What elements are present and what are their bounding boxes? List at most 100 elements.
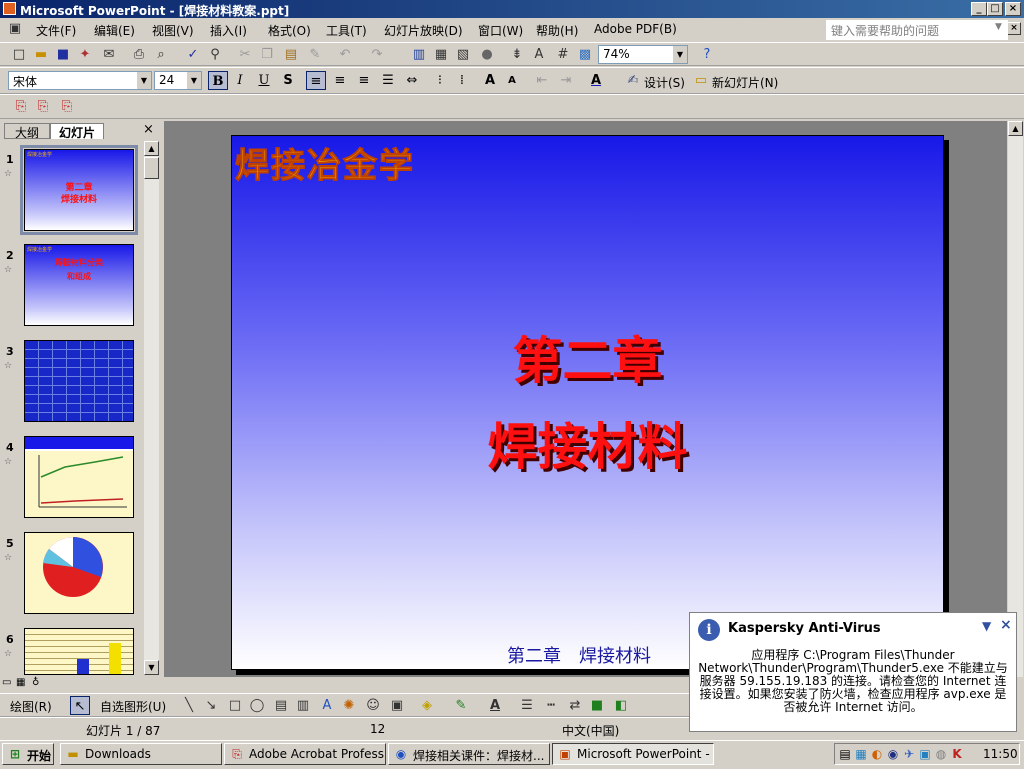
slide-sorter-icon[interactable]: ▦ [16,677,25,688]
convert-to-pdf-icon[interactable]: ⎘ [12,98,30,116]
design-button[interactable]: 设计(S) [644,74,685,91]
start-button[interactable]: ⊞ 开始 [2,743,54,765]
grid-icon[interactable]: # [554,46,572,64]
firefox-icon[interactable]: ◐ [869,746,885,762]
select-objects-icon[interactable]: ↖ [70,696,90,715]
copy-icon[interactable]: ❐ [258,46,276,64]
chevron-down-icon[interactable]: ▼ [187,72,201,89]
menu-adobe-pdf[interactable]: Adobe PDF(B) [594,22,677,36]
slide-brand-text[interactable]: 焊接冶金学 [235,138,415,187]
bold-button[interactable]: B [208,71,228,90]
print-icon[interactable]: ⎙ [130,46,148,64]
minimize-button[interactable]: _ [971,2,987,16]
powerpoint-app-icon[interactable] [3,2,16,15]
increase-font-icon[interactable]: A [480,71,500,90]
textbox-icon[interactable]: ▤ [272,697,290,715]
thunder-icon[interactable]: ◉ [885,746,901,762]
align-center-icon[interactable]: ≡ [330,71,350,90]
align-left-icon[interactable]: ≡ [306,71,326,90]
normal-view-icon[interactable]: ▭ [2,677,11,688]
slide-thumbnail-3[interactable] [24,340,134,422]
underline-button[interactable]: U [254,71,274,90]
menu-insert[interactable]: 插入(I) [210,22,247,39]
line-icon[interactable]: ╲ [180,697,198,715]
shadow-button[interactable]: S [278,71,298,90]
help-search-input[interactable]: 键入需要帮助的问题 ▼ [826,20,1008,40]
menu-format[interactable]: 格式(O) [268,22,311,39]
format-painter-icon[interactable]: ✎ [306,46,324,64]
cut-icon[interactable]: ✂ [236,46,254,64]
document-icon[interactable]: ▣ [6,20,24,38]
new-slide-button[interactable]: 新幻灯片(N) [712,74,778,91]
open-icon[interactable]: ▬ [32,46,50,64]
slide-thumbnail-2[interactable]: 焊接冶金学 焊接材料分类 和组成 [24,244,134,326]
thumbnail-scrollbar[interactable]: ▲ ▼ [144,141,159,675]
slide-footer[interactable]: 第二章 焊接材料 [507,642,651,668]
new-slide-icon[interactable]: ▭ [692,72,710,90]
save-icon[interactable]: ■ [54,46,72,64]
slide-subtitle[interactable]: 焊接材料 [232,407,943,479]
paste-icon[interactable]: ▤ [282,46,300,64]
wordart-icon[interactable]: A [318,697,336,715]
security-icon[interactable]: ◍ [933,746,949,762]
undo-icon[interactable]: ↶ [336,46,354,64]
show-formatting-icon[interactable]: A [530,46,548,64]
maximize-button[interactable]: □ [987,2,1003,16]
oval-icon[interactable]: ◯ [248,697,266,715]
tab-outline[interactable]: 大纲 [4,123,50,140]
permission-icon[interactable]: ✦ [76,46,94,64]
rectangle-icon[interactable]: □ [226,697,244,715]
close-button[interactable]: × [1005,2,1021,16]
justify-icon[interactable]: ☰ [378,71,398,90]
keyboard-icon[interactable]: ▤ [837,746,853,762]
print-preview-icon[interactable]: ⌕ [152,46,170,64]
current-slide[interactable]: 焊接冶金学 第二章 焊接材料 第二章 焊接材料 [231,135,944,670]
decrease-font-icon[interactable]: A [502,71,522,90]
bird-icon[interactable]: ✈ [901,746,917,762]
convert-email-pdf-icon[interactable]: ⎘ [34,98,52,116]
line-color-icon[interactable]: ✎ [452,697,470,715]
3d-style-icon[interactable]: ◧ [612,697,630,715]
line-style-icon[interactable]: ☰ [518,697,536,715]
font-color-icon[interactable]: A [586,71,606,90]
chart-icon[interactable]: ▥ [410,46,428,64]
autoshapes-button[interactable]: 自选图形(U) [100,698,166,715]
italic-button[interactable]: I [230,71,250,90]
distributed-icon[interactable]: ⇔ [402,71,422,90]
slide-thumbnail-4[interactable] [24,436,134,518]
font-select[interactable]: 宋体 ▼ [8,71,152,90]
numbering-icon[interactable]: ⁝ [430,71,450,90]
menu-tools[interactable]: 工具(T) [326,22,367,39]
chevron-down-icon[interactable]: ▼ [137,72,151,89]
slide-thumbnail-1[interactable]: 焊接冶金学 第二章 焊接材料 [20,145,138,235]
expand-all-icon[interactable]: ⇟ [508,46,526,64]
dash-style-icon[interactable]: ┅ [542,697,560,715]
menu-file[interactable]: 文件(F) [36,22,76,39]
slide-thumbnail-5[interactable] [24,532,134,614]
scroll-thumb[interactable] [144,157,159,179]
menu-slideshow[interactable]: 幻灯片放映(D) [384,22,463,39]
clipart-icon[interactable]: ☺ [364,697,382,715]
new-icon[interactable]: □ [10,46,28,64]
draw-menu-button[interactable]: 绘图(R) [10,698,52,715]
redo-icon[interactable]: ↷ [368,46,386,64]
hyperlink-icon[interactable]: ● [478,46,496,64]
arrow-icon[interactable]: ↘ [202,697,220,715]
collapse-icon[interactable]: ▼ [982,619,991,633]
design-icon[interactable]: ✍ [624,72,642,90]
close-pane-icon[interactable]: × [143,122,154,137]
tab-slides[interactable]: 幻灯片 [50,123,104,140]
tables-borders-icon[interactable]: ▧ [454,46,472,64]
menu-view[interactable]: 视图(V) [152,22,194,39]
network-icon[interactable]: ▦ [853,746,869,762]
help-icon[interactable]: ? [698,46,716,64]
close-icon[interactable]: × [1000,617,1012,633]
convert-review-pdf-icon[interactable]: ⎘ [58,98,76,116]
task-acrobat[interactable]: ⎘ Adobe Acrobat Professio... [224,743,386,765]
diagram-icon[interactable]: ✺ [340,697,358,715]
align-right-icon[interactable]: ≡ [354,71,374,90]
table-icon[interactable]: ▦ [432,46,450,64]
scroll-up-icon[interactable]: ▲ [1008,121,1023,136]
arrow-style-icon[interactable]: ⇄ [566,697,584,715]
slide-title[interactable]: 第二章 [232,321,943,393]
